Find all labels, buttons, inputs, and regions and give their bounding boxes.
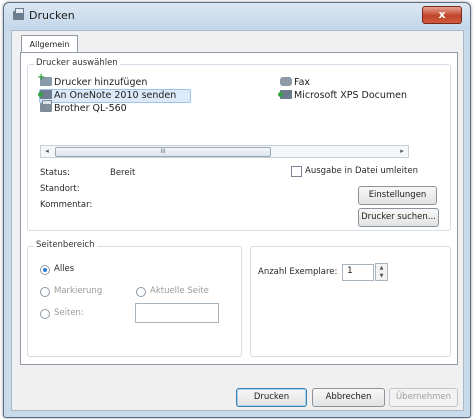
pages-label: Seiten: bbox=[54, 308, 84, 318]
pages-input[interactable] bbox=[135, 303, 219, 323]
printer-name: Brother QL-560 bbox=[54, 103, 127, 114]
scroll-right-arrow-icon[interactable]: ▸ bbox=[396, 146, 408, 157]
printer-item-fax[interactable]: Fax bbox=[280, 77, 310, 89]
fax-icon bbox=[280, 77, 292, 86]
printer-item-add[interactable]: Drucker hinzufügen bbox=[37, 72, 148, 89]
printer-item-onenote[interactable]: An OneNote 2010 senden bbox=[38, 89, 192, 103]
page-range-label: Seitenbereich bbox=[34, 240, 97, 250]
printer-icon bbox=[13, 8, 24, 20]
printer-item-xps[interactable]: Microsoft XPS Documen bbox=[278, 90, 408, 102]
printer-list[interactable]: Drucker hinzufügen An OneNote 2010 sende… bbox=[37, 72, 425, 141]
print-button[interactable]: Drucken bbox=[236, 388, 307, 407]
printer-name: Microsoft XPS Documen bbox=[294, 90, 408, 101]
spin-up-icon[interactable]: ▲ bbox=[376, 264, 387, 272]
printer-selection-group: Drucker auswählen Drucker hinzufügen An … bbox=[27, 58, 451, 231]
preferences-button[interactable]: Einstellungen bbox=[358, 186, 437, 205]
current-page-radio[interactable] bbox=[136, 287, 146, 297]
printer-item-brother[interactable]: Brother QL-560 bbox=[40, 100, 127, 115]
page-range-group: Seitenbereich Alles Markierung Aktuelle … bbox=[27, 240, 242, 357]
close-button[interactable]: x bbox=[422, 6, 462, 24]
tab-panel-general: Drucker auswählen Drucker hinzufügen An … bbox=[20, 52, 458, 365]
selection-radio[interactable] bbox=[40, 287, 50, 297]
title-bar[interactable]: Drucken x bbox=[4, 3, 470, 29]
add-printer-icon bbox=[37, 72, 52, 86]
print-to-file-label: Ausgabe in Datei umleiten bbox=[305, 166, 418, 176]
status-value: Bereit bbox=[110, 168, 136, 178]
printer-icon bbox=[40, 100, 52, 112]
onenote-printer-icon bbox=[38, 90, 52, 99]
scroll-thumb[interactable]: III bbox=[55, 147, 271, 157]
status-label: Status: bbox=[40, 168, 70, 178]
printer-name: An OneNote 2010 senden bbox=[54, 90, 177, 101]
copies-input[interactable]: 1 bbox=[342, 264, 374, 281]
dialog-body: Allgemein Drucker auswählen Drucker hinz… bbox=[11, 30, 464, 411]
selection-label: Markierung bbox=[54, 286, 103, 296]
scroll-left-arrow-icon[interactable]: ◂ bbox=[41, 146, 53, 157]
print-dialog: Drucken x Allgemein Drucker auswählen Dr… bbox=[3, 2, 471, 418]
current-page-label: Aktuelle Seite bbox=[150, 286, 209, 296]
copies-stepper[interactable]: ▲ ▼ bbox=[375, 263, 388, 281]
comment-label: Kommentar: bbox=[40, 200, 93, 210]
tab-general[interactable]: Allgemein bbox=[21, 35, 78, 53]
printer-name: Fax bbox=[294, 77, 311, 88]
copies-label: Anzahl Exemplare: bbox=[258, 267, 338, 277]
all-pages-radio[interactable] bbox=[40, 265, 50, 275]
printer-selection-label: Drucker auswählen bbox=[34, 58, 120, 68]
cancel-button[interactable]: Abbrechen bbox=[312, 388, 385, 407]
location-label: Standort: bbox=[40, 184, 80, 194]
xps-printer-icon bbox=[278, 90, 292, 99]
copies-group: Anzahl Exemplare: 1 ▲ ▼ bbox=[250, 246, 451, 357]
apply-button[interactable]: Übernehmen bbox=[389, 388, 458, 407]
copies-value: 1 bbox=[347, 266, 353, 276]
window-title: Drucken bbox=[29, 9, 75, 22]
print-to-file-checkbox[interactable] bbox=[291, 166, 302, 177]
spin-down-icon[interactable]: ▼ bbox=[376, 272, 387, 280]
all-pages-label: Alles bbox=[54, 264, 75, 274]
pages-radio[interactable] bbox=[40, 309, 50, 319]
printer-name: Drucker hinzufügen bbox=[54, 77, 148, 88]
printer-list-scrollbar[interactable]: ◂ III ▸ bbox=[40, 145, 409, 158]
find-printer-button[interactable]: Drucker suchen... bbox=[358, 208, 439, 227]
